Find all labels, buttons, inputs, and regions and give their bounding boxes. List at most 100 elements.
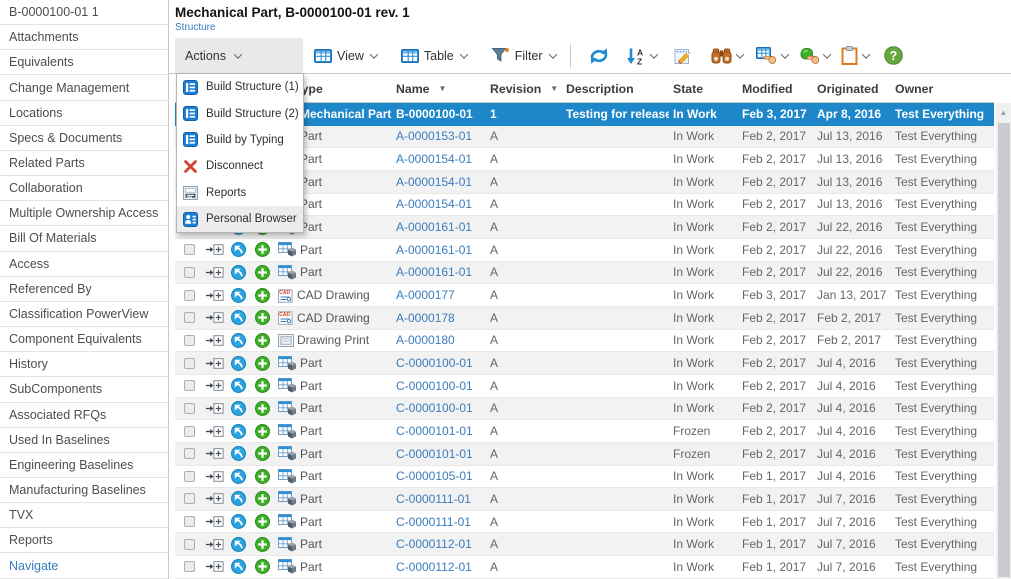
view-button[interactable]: View [314, 49, 377, 63]
table-row[interactable]: PartC-0000100-01AIn WorkFeb 2, 2017Jul 4… [175, 375, 994, 398]
add-icon[interactable] [255, 378, 270, 393]
sidebar-item-manufacturing-baselines[interactable]: Manufacturing Baselines [0, 478, 168, 503]
expand-structure-icon[interactable] [206, 244, 224, 255]
column-header-description[interactable]: Description [562, 82, 669, 96]
item-name-link[interactable]: C-0000101-01 [396, 424, 473, 438]
table-row[interactable]: PartA-0000161-01AIn WorkFeb 2, 2017Jul 2… [175, 262, 994, 285]
navigate-icon[interactable] [231, 469, 246, 484]
item-name-link[interactable]: C-0000100-01 [396, 356, 473, 370]
item-name-link[interactable]: A-0000177 [396, 288, 455, 302]
navigate-icon[interactable] [231, 446, 246, 461]
add-icon[interactable] [255, 356, 270, 371]
add-icon[interactable] [255, 424, 270, 439]
sidebar-item-specs-documents[interactable]: Specs & Documents [0, 126, 168, 151]
expand-structure-icon[interactable] [206, 539, 224, 550]
menu-item-build-by-typing[interactable]: Build by Typing [177, 127, 303, 153]
add-icon[interactable] [255, 469, 270, 484]
sidebar-item-equivalents[interactable]: Equivalents [0, 50, 168, 75]
add-icon[interactable] [255, 559, 270, 574]
item-name-link[interactable]: C-0000105-01 [396, 469, 473, 483]
add-icon[interactable] [255, 242, 270, 257]
add-icon[interactable] [255, 401, 270, 416]
sidebar-item-reports[interactable]: Reports [0, 528, 168, 553]
row-checkbox[interactable] [184, 358, 195, 369]
row-checkbox[interactable] [184, 244, 195, 255]
navigate-icon[interactable] [231, 424, 246, 439]
item-name-link[interactable]: A-0000180 [396, 333, 455, 347]
navigate-icon[interactable] [231, 401, 246, 416]
expand-structure-icon[interactable] [206, 335, 224, 346]
expand-structure-icon[interactable] [206, 290, 224, 301]
item-name-link[interactable]: C-0000100-01 [396, 379, 473, 393]
row-checkbox[interactable] [184, 493, 195, 504]
actions-menu-button[interactable]: Actions [175, 38, 303, 73]
item-name-link[interactable]: A-0000154-01 [396, 197, 472, 211]
sidebar-item-bill-of-materials[interactable]: Bill Of Materials [0, 226, 168, 251]
menu-item-reports[interactable]: Reports [177, 180, 303, 206]
add-icon[interactable] [255, 333, 270, 348]
add-icon[interactable] [255, 310, 270, 325]
expand-structure-icon[interactable] [206, 312, 224, 323]
sidebar-item-history[interactable]: History [0, 352, 168, 377]
navigate-icon[interactable] [231, 514, 246, 529]
table-button[interactable]: Table [401, 49, 467, 63]
item-name-link[interactable]: A-0000161-01 [396, 220, 472, 234]
navigate-icon[interactable] [231, 288, 246, 303]
row-checkbox[interactable] [184, 403, 195, 414]
add-icon[interactable] [255, 446, 270, 461]
item-name-link[interactable]: B-0000100-01 [396, 107, 473, 121]
item-name-link[interactable]: A-0000178 [396, 311, 455, 325]
table-row[interactable]: Drawing PrintA-0000180AIn WorkFeb 2, 201… [175, 330, 994, 353]
navigate-icon[interactable] [231, 378, 246, 393]
row-checkbox[interactable] [184, 471, 195, 482]
expand-structure-icon[interactable] [206, 403, 224, 414]
item-name-link[interactable]: A-0000161-01 [396, 265, 472, 279]
sidebar-item-multiple-ownership-access[interactable]: Multiple Ownership Access [0, 201, 168, 226]
table-row[interactable]: PartC-0000105-01AIn WorkFeb 1, 2017Jul 4… [175, 466, 994, 489]
item-name-link[interactable]: C-0000101-01 [396, 447, 473, 461]
promote-hand-button[interactable] [799, 47, 830, 65]
sidebar-item-subcomponents[interactable]: SubComponents [0, 377, 168, 402]
sidebar-item-classification-powerview[interactable]: Classification PowerView [0, 302, 168, 327]
item-name-link[interactable]: A-0000154-01 [396, 152, 472, 166]
sidebar-item-collaboration[interactable]: Collaboration [0, 176, 168, 201]
scroll-up-arrow-icon[interactable]: ▲ [996, 103, 1011, 121]
sidebar-item-navigate[interactable]: Navigate [0, 553, 168, 578]
row-checkbox[interactable] [184, 290, 195, 301]
sidebar-item-b-0000100-01-1[interactable]: B-0000100-01 1 [0, 0, 168, 25]
item-name-link[interactable]: C-0000112-01 [396, 537, 472, 551]
table-row[interactable]: PartC-0000101-01AFrozenFeb 2, 2017Jul 4,… [175, 443, 994, 466]
sidebar-item-associated-rfqs[interactable]: Associated RFQs [0, 403, 168, 428]
navigate-icon[interactable] [231, 333, 246, 348]
add-icon[interactable] [255, 288, 270, 303]
add-icon[interactable] [255, 537, 270, 552]
navigate-icon[interactable] [231, 559, 246, 574]
filter-button[interactable]: Filter [491, 47, 556, 64]
table-row[interactable]: PartC-0000112-01AIn WorkFeb 1, 2017Jul 7… [175, 533, 994, 556]
navigate-icon[interactable] [231, 356, 246, 371]
table-edit-button[interactable] [756, 47, 788, 65]
expand-structure-icon[interactable] [206, 380, 224, 391]
item-name-link[interactable]: C-0000100-01 [396, 401, 473, 415]
row-checkbox[interactable] [184, 448, 195, 459]
sidebar-item-component-equivalents[interactable]: Component Equivalents [0, 327, 168, 352]
binoculars-button[interactable] [711, 48, 743, 64]
table-row[interactable]: PartC-0000111-01AIn WorkFeb 1, 2017Jul 7… [175, 511, 994, 534]
column-header-state[interactable]: State [669, 82, 738, 96]
table-row[interactable]: PartC-0000100-01AIn WorkFeb 2, 2017Jul 4… [175, 398, 994, 421]
row-checkbox[interactable] [184, 516, 195, 527]
sidebar-item-locations[interactable]: Locations [0, 101, 168, 126]
row-checkbox[interactable] [184, 539, 195, 550]
sidebar-item-change-management[interactable]: Change Management [0, 75, 168, 100]
row-checkbox[interactable] [184, 267, 195, 278]
sidebar-item-referenced-by[interactable]: Referenced By [0, 277, 168, 302]
sidebar-item-used-in-baselines[interactable]: Used In Baselines [0, 428, 168, 453]
help-button[interactable]: ? [884, 46, 903, 65]
navigate-icon[interactable] [231, 242, 246, 257]
sidebar-item-access[interactable]: Access [0, 252, 168, 277]
table-row[interactable]: PartA-0000161-01AIn WorkFeb 2, 2017Jul 2… [175, 239, 994, 262]
expand-structure-icon[interactable] [206, 561, 224, 572]
add-icon[interactable] [255, 265, 270, 280]
row-checkbox[interactable] [184, 380, 195, 391]
table-row[interactable]: CADCAD DrawingA-0000178AIn WorkFeb 2, 20… [175, 307, 994, 330]
